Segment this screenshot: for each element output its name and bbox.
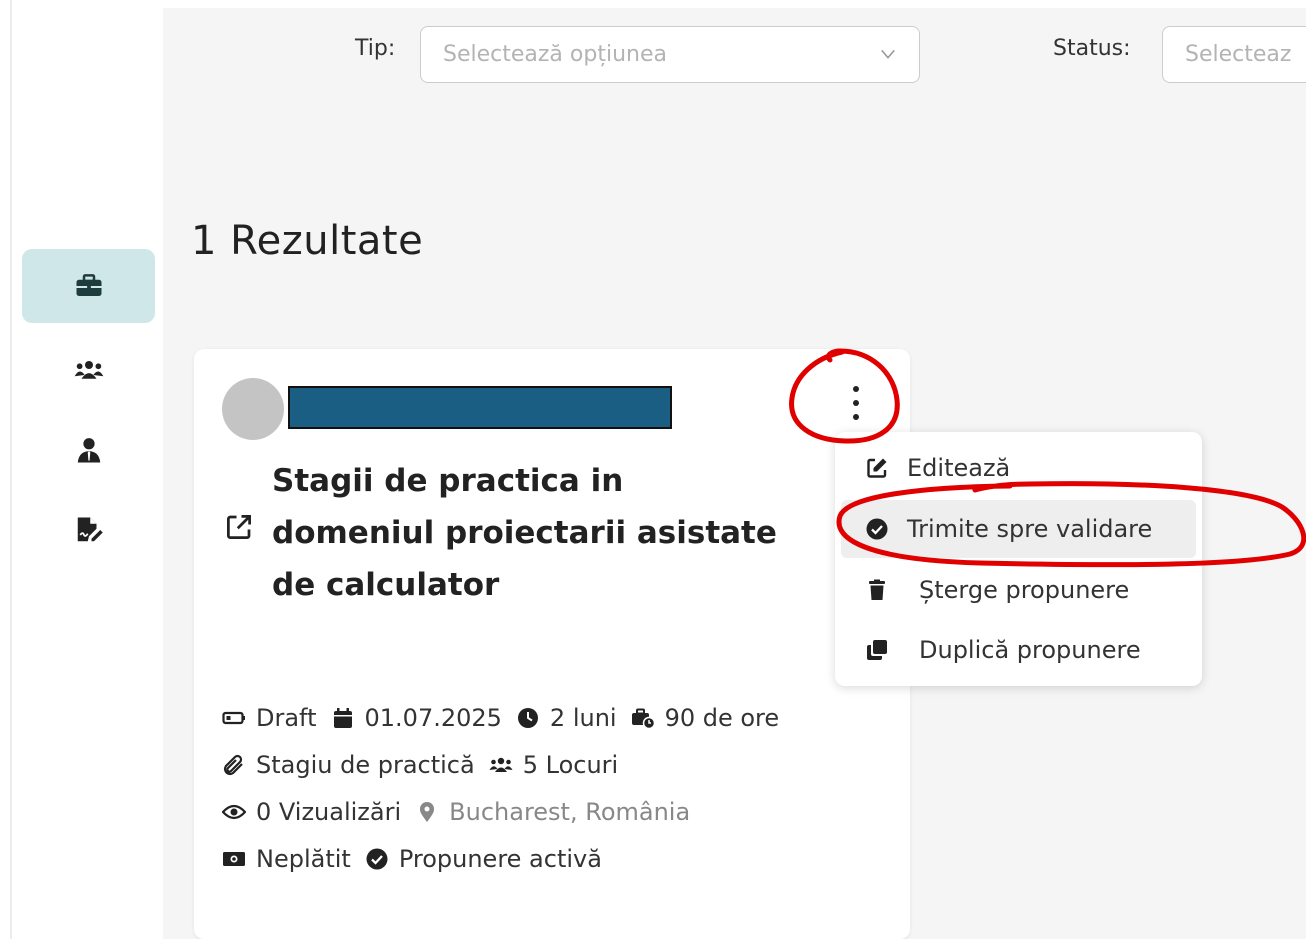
- filter-status-placeholder: Selecteaz: [1185, 42, 1292, 67]
- company-avatar: [222, 378, 284, 440]
- menu-item-label: Duplică propunere: [919, 636, 1141, 664]
- menu-item-label: Șterge propunere: [919, 576, 1130, 604]
- briefcase-clock-icon: [631, 708, 655, 730]
- filter-tip-placeholder: Selectează opțiunea: [443, 42, 667, 67]
- redacted-company-name: [288, 386, 672, 429]
- proposal-type: Stagiu de practică: [256, 751, 475, 779]
- sidebar: [12, 0, 162, 939]
- duplicate-icon: [867, 640, 887, 660]
- proposal-title-line: Stagii de practica in: [272, 463, 624, 499]
- hours: 90 de ore: [664, 704, 780, 732]
- meta-row-4: Neplătit Propunere activă: [222, 845, 616, 873]
- window-edge: [0, 0, 12, 939]
- meta-row-1: Draft 01.07.2025 2 luni 90 de ore: [222, 704, 793, 732]
- views: 0 Vizualizări: [256, 798, 402, 826]
- filter-tip-select[interactable]: Selectează opțiunea: [420, 26, 920, 83]
- filter-tip-label: Tip:: [355, 36, 396, 61]
- sidebar-item-jobs[interactable]: [22, 249, 155, 323]
- menu-item-delete[interactable]: Șterge propunere: [841, 561, 1196, 619]
- proposal-card: Stagii de practica in domeniul proiectar…: [194, 349, 910, 939]
- proposal-title-line: domeniul proiectarii asistate: [272, 515, 777, 551]
- menu-item-submit-validation[interactable]: Trimite spre validare: [841, 500, 1196, 558]
- options-dropdown-menu: Editează Trimite spre validare Șterge pr…: [835, 432, 1202, 686]
- status-text: Draft: [256, 704, 317, 732]
- kebab-dot: [853, 414, 859, 420]
- paperclip-icon: [223, 754, 243, 776]
- sidebar-item-profile[interactable]: [22, 413, 155, 487]
- calendar-icon: [333, 708, 352, 728]
- external-link-icon[interactable]: [224, 512, 254, 542]
- file-signature-icon: [77, 517, 103, 542]
- results-count: 1 Rezultate: [191, 218, 424, 264]
- duration: 2 luni: [549, 704, 617, 732]
- proposal-title-line: de calculator: [272, 567, 500, 603]
- filter-status-label: Status:: [1053, 36, 1131, 61]
- more-options-button[interactable]: [842, 382, 870, 424]
- trash-icon: [869, 579, 885, 600]
- seats: 5 Locuri: [522, 751, 619, 779]
- proposal-status: Propunere activă: [398, 845, 602, 873]
- menu-item-edit[interactable]: Editează: [841, 439, 1196, 497]
- menu-item-label: Trimite spre validare: [907, 515, 1153, 543]
- location: Bucharest, România: [449, 798, 691, 826]
- kebab-dot: [853, 386, 859, 392]
- meta-row-2: Stagiu de practică 5 Locuri: [222, 751, 632, 779]
- eye-icon: [222, 804, 246, 820]
- menu-item-duplicate[interactable]: Duplică propunere: [841, 621, 1196, 679]
- clock-icon: [517, 708, 538, 728]
- battery-icon: [222, 711, 245, 725]
- chevron-down-icon: [881, 49, 895, 59]
- users-icon: [74, 361, 103, 379]
- briefcase-icon: [76, 274, 101, 296]
- payment-status: Neplătit: [256, 845, 351, 873]
- filter-status-select[interactable]: Selecteaz: [1162, 26, 1306, 83]
- user-tie-icon: [77, 438, 100, 463]
- check-circle-icon: [366, 848, 388, 870]
- check-circle-icon: [866, 518, 888, 540]
- meta-row-3: 0 Vizualizări Bucharest, România: [222, 798, 704, 826]
- sidebar-item-documents[interactable]: [22, 493, 155, 567]
- sidebar-item-groups[interactable]: [22, 333, 155, 407]
- start-date: 01.07.2025: [364, 704, 502, 732]
- users-icon: [489, 757, 513, 772]
- money-bill-icon: [223, 852, 245, 866]
- menu-item-label: Editează: [907, 454, 1011, 482]
- edit-icon: [867, 458, 887, 478]
- kebab-dot: [853, 400, 859, 406]
- location-pin-icon: [420, 802, 435, 822]
- proposal-title[interactable]: Stagii de practica in domeniul proiectar…: [272, 455, 832, 611]
